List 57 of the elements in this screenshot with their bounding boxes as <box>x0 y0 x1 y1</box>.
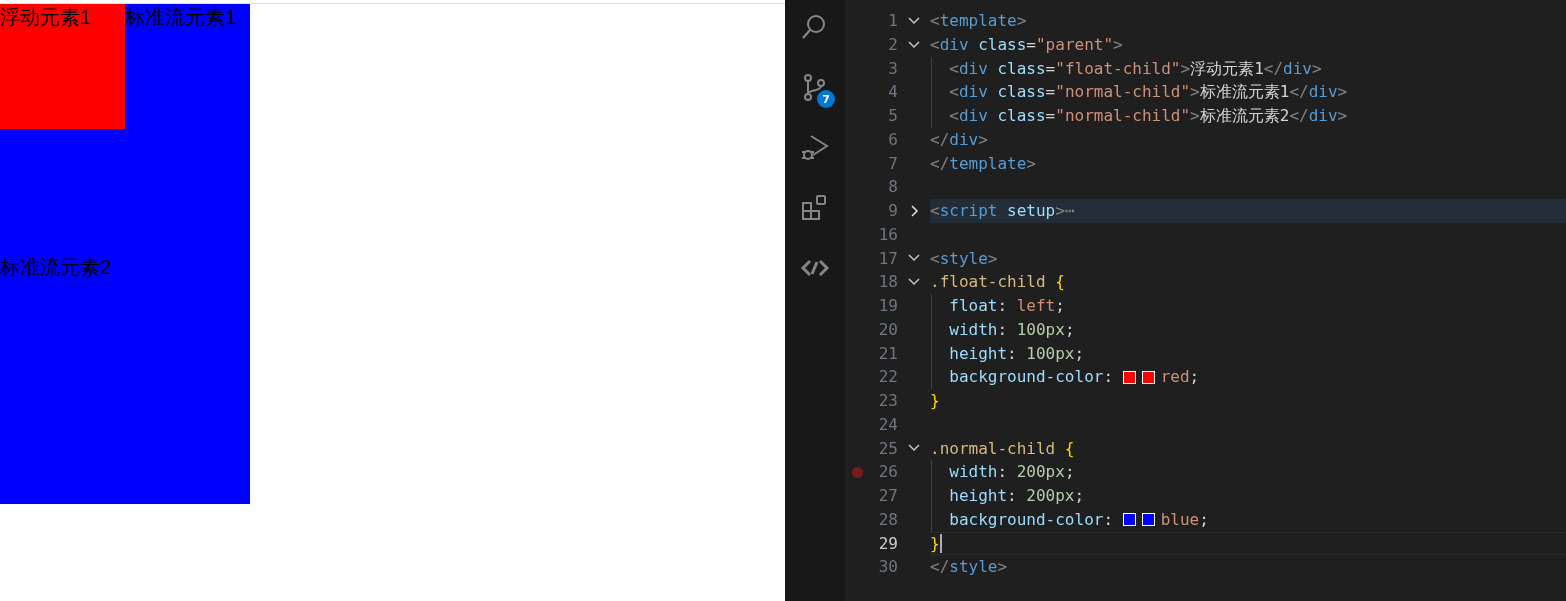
line-number: 20 <box>877 318 898 341</box>
line-number: 9 <box>887 200 898 222</box>
color-swatch[interactable] <box>1122 513 1136 527</box>
float-element: 浮动元素1 <box>0 4 125 129</box>
code-text: float: left; <box>948 295 1065 317</box>
line-number: 4 <box>887 81 898 104</box>
color-swatch[interactable] <box>1141 370 1155 384</box>
line-number: 3 <box>887 57 898 80</box>
code-text: <div class="float-child">浮动元素1</div> <box>948 57 1322 80</box>
code-text: .float-child { <box>930 271 1065 294</box>
line-number: 28 <box>877 508 898 531</box>
line-number: 2 <box>887 33 898 56</box>
line-number: 22 <box>877 366 898 389</box>
line-number: 25 <box>877 437 898 460</box>
code-text: <div class="normal-child">标准流元素1</div> <box>948 81 1348 104</box>
line-number: 8 <box>887 176 898 199</box>
code-text: } <box>930 532 940 555</box>
code-text: height: 200px; <box>948 485 1085 507</box>
line-number: 7 <box>887 152 898 175</box>
line-number: 27 <box>877 485 898 507</box>
text-cursor <box>939 533 942 553</box>
run-debug-icon[interactable] <box>800 133 830 163</box>
line-number: 23 <box>877 390 898 412</box>
code-text: background-color: <box>948 366 1115 389</box>
line-number: 29 <box>877 532 898 555</box>
line-number: 30 <box>877 556 898 579</box>
line-number: 24 <box>877 413 898 436</box>
code-text: height: 100px; <box>948 342 1085 365</box>
line-number: 16 <box>877 223 898 246</box>
code-text: background-color: <box>948 508 1115 531</box>
normal-element: 标准流元素2 <box>0 254 250 504</box>
code-text: </template> <box>930 152 1036 175</box>
line-number: 6 <box>887 128 898 151</box>
color-swatch[interactable] <box>1122 370 1136 384</box>
code-text: </style> <box>930 556 1008 579</box>
code-text: <template> <box>930 10 1027 32</box>
code-text: </div> <box>930 128 988 151</box>
breakpoint-dot[interactable] <box>851 466 863 478</box>
line-number: 17 <box>877 247 898 270</box>
line-number: 18 <box>877 271 898 294</box>
line-number: 1 <box>887 10 898 32</box>
code-text: <script setup>⋯ <box>930 200 1075 222</box>
code-text: width: 100px; <box>948 318 1075 341</box>
code-text: } <box>930 390 940 412</box>
code-text: red; <box>1160 366 1200 389</box>
code-text: .normal-child { <box>930 437 1075 460</box>
code-text: width: 200px; <box>948 461 1075 484</box>
line-number: 21 <box>877 342 898 365</box>
code-text: <style> <box>930 247 998 270</box>
code-text: <div class="normal-child">标准流元素2</div> <box>948 105 1348 127</box>
line-number: 5 <box>887 105 898 127</box>
count-badge: 7 <box>817 90 835 108</box>
code-text: <div class="parent"> <box>930 33 1123 56</box>
line-number: 19 <box>877 295 898 317</box>
line-number: 26 <box>877 461 898 484</box>
color-swatch[interactable] <box>1141 513 1155 527</box>
code-text: blue; <box>1160 508 1209 531</box>
